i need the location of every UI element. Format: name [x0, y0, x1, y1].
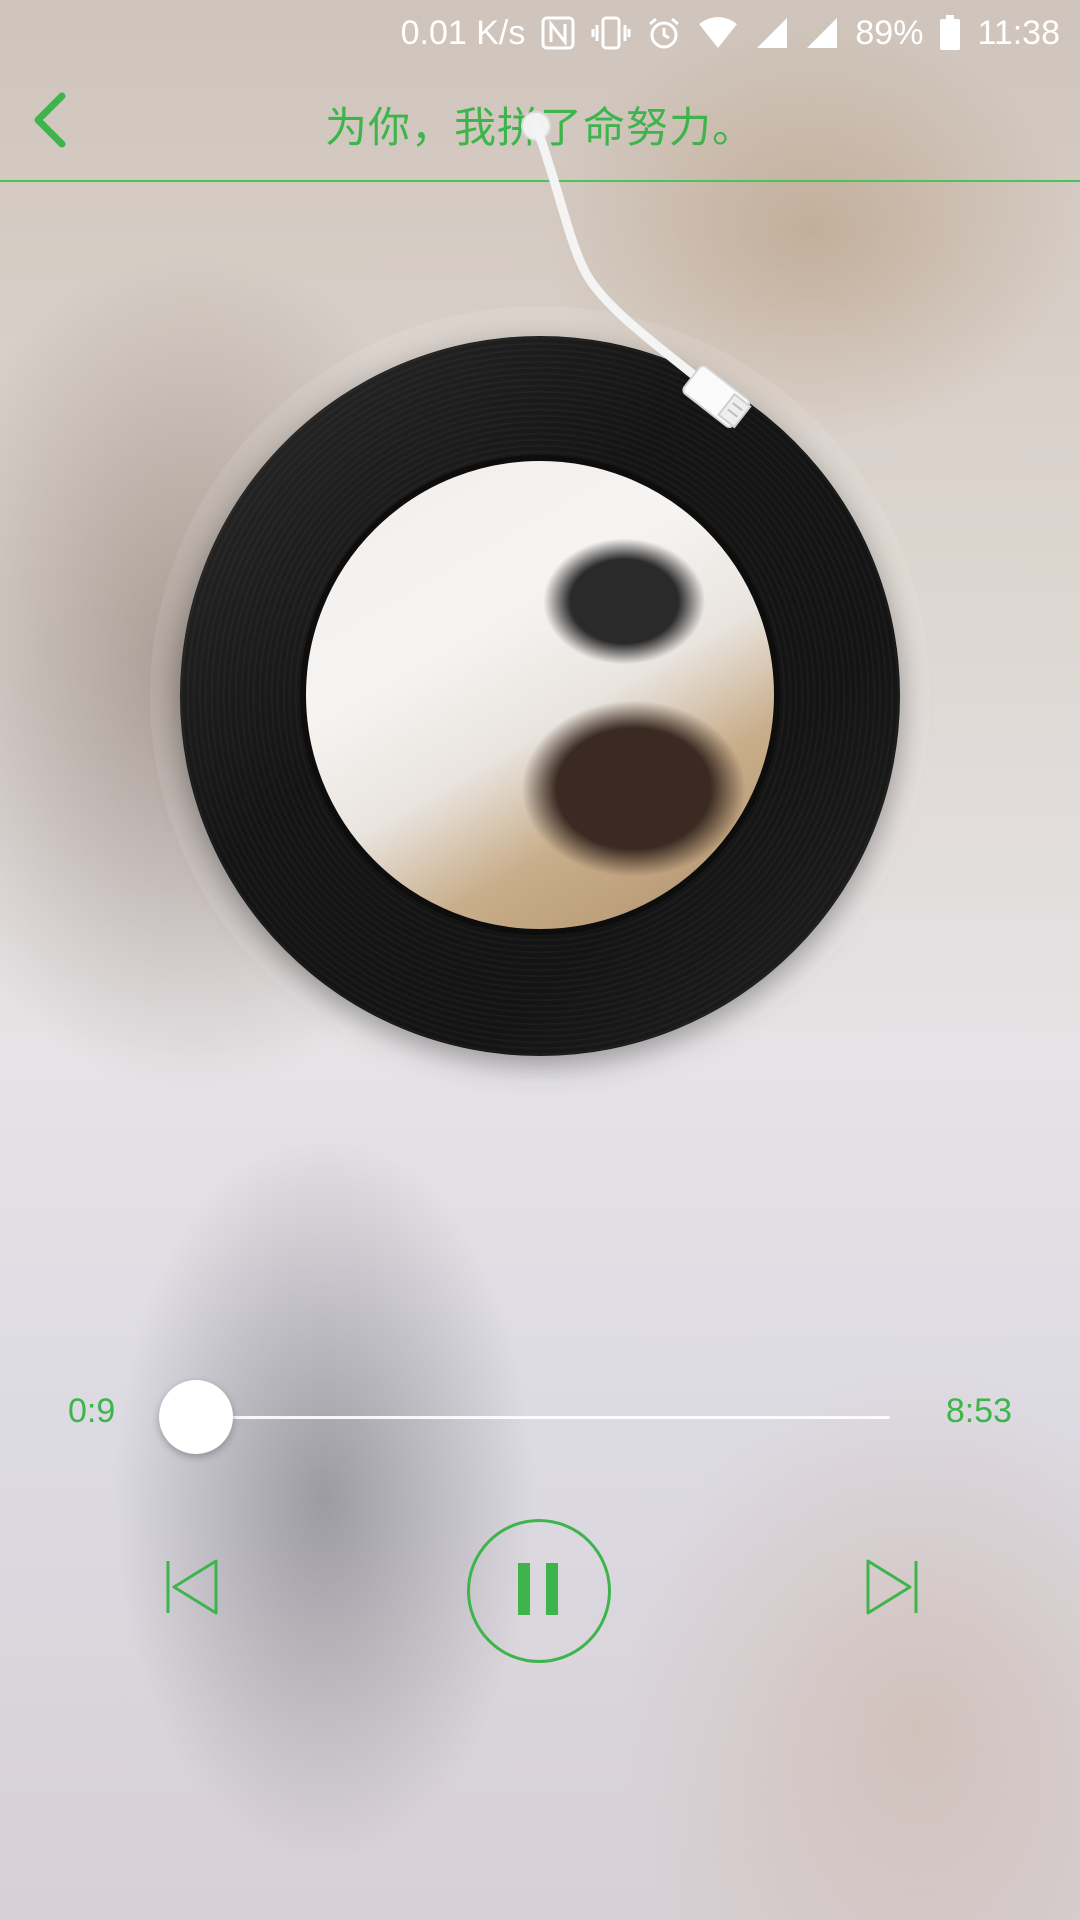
total-time: 8:53 — [945, 1392, 1012, 1430]
album-cover — [300, 455, 780, 935]
tonearm — [521, 111, 752, 429]
current-time: 0:9 — [68, 1392, 116, 1430]
clock: 11:38 — [977, 13, 1060, 52]
nfc-icon — [541, 16, 575, 50]
previous-button[interactable] — [152, 1554, 232, 1624]
battery-icon — [939, 15, 961, 51]
alarm-icon — [647, 16, 681, 50]
signal-icon-2 — [805, 16, 839, 50]
network-speed: 0.01 K/s — [400, 13, 526, 52]
battery-percent: 89% — [855, 13, 924, 52]
wifi-icon — [697, 16, 739, 50]
skip-next-icon — [862, 1557, 922, 1621]
signal-icon — [755, 16, 789, 50]
progress-track[interactable] — [184, 1416, 890, 1419]
progress-thumb[interactable] — [159, 1380, 233, 1454]
vibrate-icon — [591, 16, 631, 50]
status-bar: 0.01 K/s 89% 11:38 — [0, 0, 1080, 66]
play-pause-button[interactable] — [467, 1519, 611, 1663]
next-button[interactable] — [852, 1554, 932, 1624]
pause-icon — [514, 1559, 564, 1623]
skip-previous-icon — [162, 1557, 222, 1621]
